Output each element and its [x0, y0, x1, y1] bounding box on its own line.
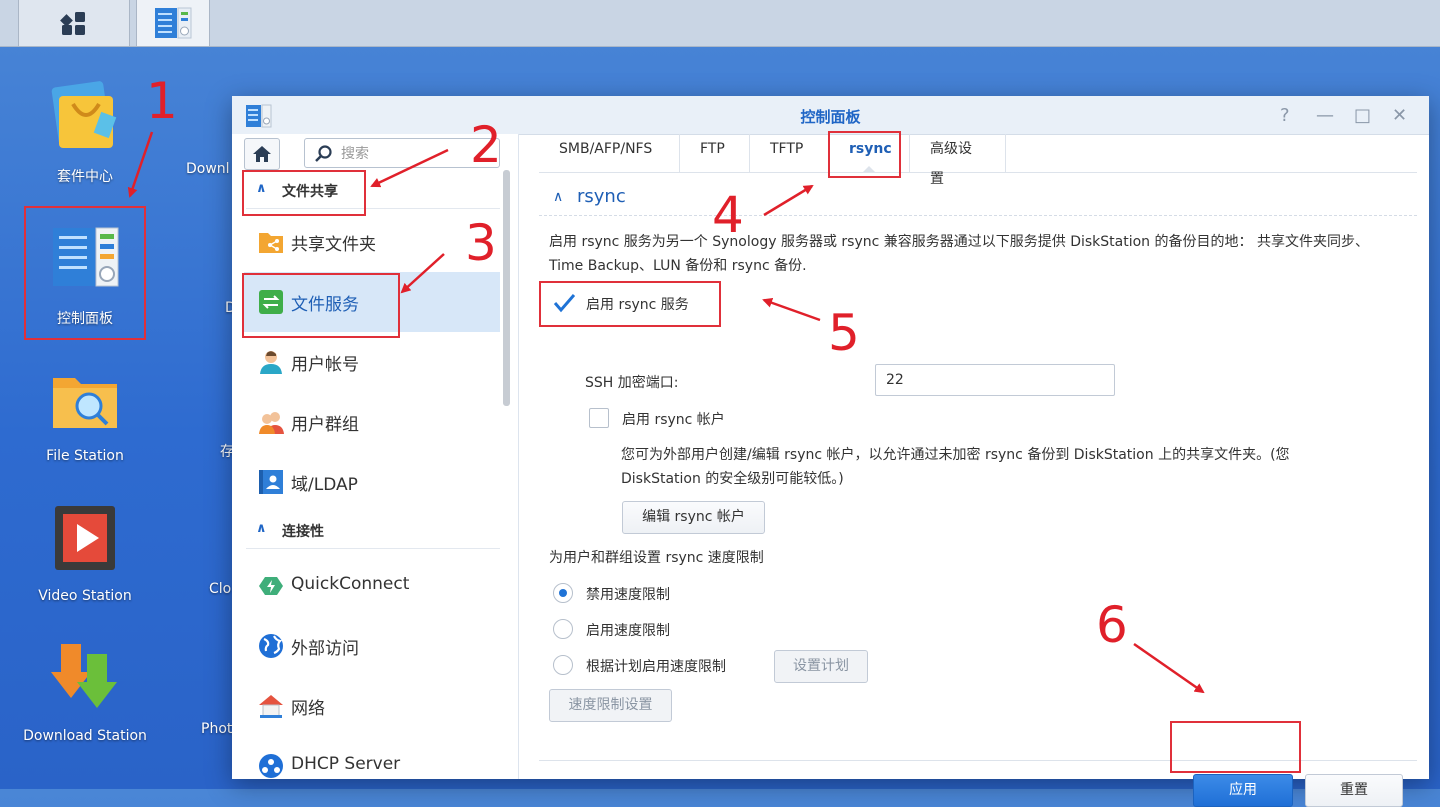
radio-label: 禁用速度限制	[586, 587, 670, 603]
control-panel-window: 控制面板 ? — □ ✕ ∧ 文件共享	[232, 96, 1429, 807]
tab-smb-afp-nfs[interactable]: SMB/AFP/NFS	[539, 134, 680, 172]
close-icon[interactable]: ✕	[1392, 105, 1407, 126]
desktop-label: 套件中心	[57, 169, 113, 185]
desktop-label: Download Station	[23, 728, 147, 744]
radio-schedule-speed-limit[interactable]	[553, 655, 573, 675]
sidebar-item-label: 用户群组	[291, 415, 359, 435]
enable-rsync-account-checkbox[interactable]	[589, 408, 609, 428]
collapse-chevron-icon[interactable]: ∧	[553, 189, 563, 205]
annotation-number: 1	[146, 72, 178, 130]
set-schedule-button[interactable]: 设置计划	[774, 650, 868, 683]
globe-icon	[259, 634, 283, 658]
sidebar-item-shared-folder[interactable]: 共享文件夹	[244, 212, 500, 272]
sidebar-item-label: 域/LDAP	[291, 475, 358, 495]
highlight-box	[1170, 721, 1301, 773]
reset-button[interactable]: 重置	[1305, 774, 1403, 807]
tab-bar: SMB/AFP/NFS FTP TFTP rsync 高级设置	[539, 134, 1417, 187]
desktop-video-station[interactable]: Video Station	[15, 502, 155, 604]
network-icon	[259, 695, 283, 718]
domain-icon	[259, 470, 283, 494]
sidebar-item-network[interactable]: 网络	[244, 676, 500, 736]
radio-label: 根据计划启用速度限制	[586, 659, 726, 675]
sidebar-item-label: 网络	[291, 699, 325, 719]
sidebar-item-domain-ldap[interactable]: 域/LDAP	[244, 452, 500, 512]
folder-search-icon	[53, 378, 117, 428]
highlight-box	[828, 131, 901, 178]
sidebar-item-group[interactable]: 用户群组	[244, 392, 500, 452]
user-icon	[260, 351, 282, 374]
sidebar-item-label: 外部访问	[291, 639, 359, 659]
speed-limit-settings-button[interactable]: 速度限制设置	[549, 689, 672, 722]
rsync-description-line2: Time Backup、LUN 备份和 rsync 备份.	[549, 258, 807, 274]
desktop-package-center[interactable]: 套件中心	[15, 80, 155, 186]
edit-rsync-account-button[interactable]: 编辑 rsync 帐户	[622, 501, 765, 534]
partial-desktop-label: Clo	[209, 581, 232, 597]
highlight-box	[242, 273, 400, 338]
window-title: 控制面板	[800, 108, 861, 126]
ssh-port-label: SSH 加密端口:	[585, 375, 679, 391]
desktop-download-station[interactable]: Download Station	[15, 642, 155, 744]
annotation-number: 5	[828, 304, 860, 362]
speed-limit-heading: 为用户和群组设置 rsync 速度限制	[549, 550, 764, 566]
highlight-box	[24, 206, 146, 340]
radio-disable-speed-limit[interactable]	[553, 583, 573, 603]
section-connectivity[interactable]: ∧ 连接性	[246, 514, 500, 549]
desktop-label: Video Station	[38, 588, 132, 604]
control-panel-icon	[155, 7, 192, 39]
taskbar	[0, 0, 1440, 47]
section-label: 连接性	[282, 524, 324, 540]
tab-advanced-settings[interactable]: 高级设置	[910, 134, 1006, 187]
enable-rsync-account-label: 启用 rsync 帐户	[622, 412, 725, 428]
desktop-label: File Station	[46, 448, 124, 464]
dhcp-icon	[259, 754, 283, 778]
main-panel: SMB/AFP/NFS FTP TFTP rsync 高级设置 ∧ rsync …	[519, 134, 1429, 807]
home-button[interactable]	[244, 138, 280, 170]
highlight-box	[539, 281, 721, 327]
help-icon[interactable]: ?	[1280, 105, 1290, 126]
chevron-up-icon: ∧	[256, 521, 267, 536]
sidebar-scrollbar[interactable]	[503, 170, 510, 406]
main-menu-button[interactable]	[18, 0, 130, 46]
download-icon	[51, 644, 117, 708]
rsync-description-line1: 启用 rsync 服务为另一个 Synology 服务器或 rsync 兼容服务…	[549, 234, 1369, 250]
partial-desktop-label: Phot	[201, 721, 233, 737]
annotation-number: 2	[470, 116, 502, 174]
group-icon	[259, 412, 284, 434]
taskbar-control-panel[interactable]	[136, 0, 210, 46]
sidebar-item-quickconnect[interactable]: QuickConnect	[244, 556, 500, 616]
partial-desktop-label: Downl	[186, 161, 230, 177]
search-icon	[315, 145, 332, 162]
annotation-number: 6	[1096, 596, 1128, 654]
desktop-file-station[interactable]: File Station	[15, 362, 155, 464]
annotation-number: 3	[465, 214, 497, 272]
shared-folder-icon	[259, 233, 283, 253]
maximize-icon[interactable]: □	[1354, 105, 1371, 126]
radio-enable-speed-limit[interactable]	[553, 619, 573, 639]
video-icon	[55, 506, 115, 570]
sidebar-item-label: QuickConnect	[291, 574, 410, 594]
tab-tftp[interactable]: TFTP	[750, 134, 829, 172]
sidebar-item-label: 共享文件夹	[291, 235, 376, 255]
grid-icon	[60, 12, 85, 35]
account-description-line2: DiskStation 的安全级别可能较低。)	[621, 471, 844, 487]
home-icon	[253, 146, 271, 162]
highlight-box	[242, 170, 366, 216]
tab-ftp[interactable]: FTP	[680, 134, 750, 172]
window-titlebar[interactable]: 控制面板 ? — □ ✕	[232, 96, 1429, 135]
sidebar-item-dhcp-server[interactable]: DHCP Server	[244, 736, 500, 779]
ssh-port-field[interactable]	[875, 364, 1115, 396]
account-description-line1: 您可为外部用户创建/编辑 rsync 帐户，以允许通过未加密 rsync 备份到…	[621, 447, 1290, 463]
sidebar-item-label: 用户帐号	[291, 355, 359, 375]
section-title: rsync	[577, 186, 626, 207]
sidebar-item-user[interactable]: 用户帐号	[244, 332, 500, 392]
radio-label: 启用速度限制	[586, 623, 670, 639]
apply-button[interactable]: 应用	[1193, 774, 1293, 807]
minimize-icon[interactable]: —	[1316, 105, 1334, 126]
quickconnect-icon	[259, 577, 283, 595]
divider	[539, 215, 1417, 216]
sidebar-item-external-access[interactable]: 外部访问	[244, 616, 500, 676]
annotation-number: 4	[712, 186, 744, 244]
package-center-icon	[51, 81, 117, 148]
sidebar-item-label: DHCP Server	[291, 754, 401, 774]
